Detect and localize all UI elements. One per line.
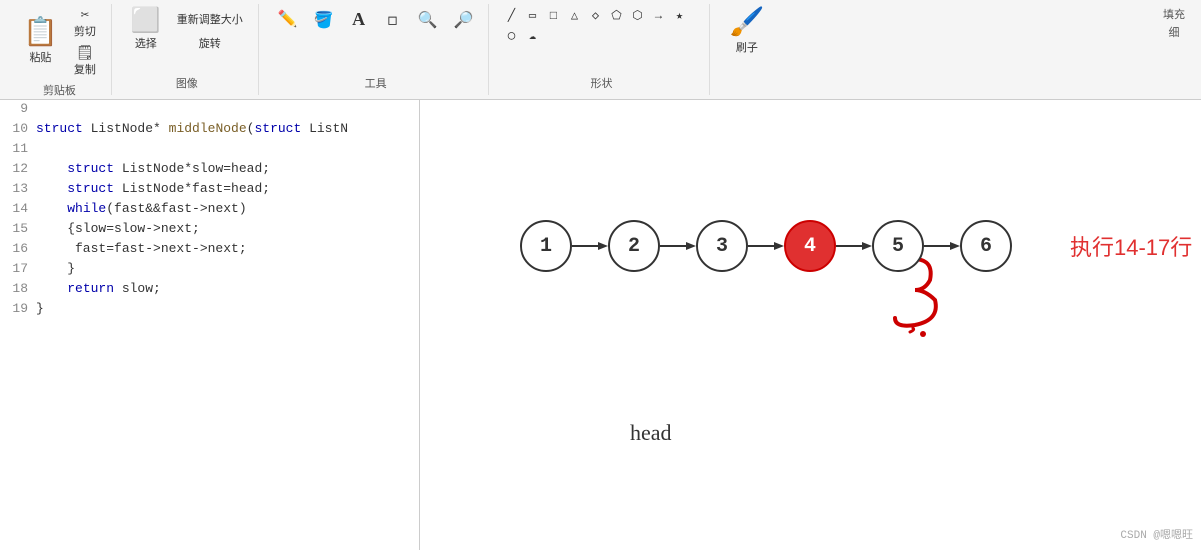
brush-group: 🖌️ 刷子	[714, 4, 779, 95]
resize-label: 重新调整大小	[177, 11, 243, 27]
select-button[interactable]: ⬜ 选择	[124, 6, 168, 56]
copy-button[interactable]: 🗒 复制	[67, 44, 103, 80]
brush-label: 刷子	[736, 39, 758, 55]
code-panel: 9 10 struct ListNode* middleNode(struct …	[0, 100, 420, 550]
code-line-17: 17 }	[0, 260, 419, 280]
image-label: 图像	[176, 75, 198, 93]
tools-group: ✏️ 🪣 A ◻ 🔍 🔎 工具	[263, 4, 490, 95]
shape-rect2[interactable]: □	[543, 7, 563, 25]
shape-line[interactable]: ╱	[501, 6, 521, 25]
tools-label: 工具	[365, 75, 387, 93]
rotate-button[interactable]: 旋转	[170, 32, 250, 54]
node-3: 3	[696, 220, 748, 272]
diagram-title: 执行14-17行	[1070, 230, 1192, 262]
shape-penta[interactable]: ⬠	[606, 6, 626, 25]
shape-rect[interactable]: ▭	[522, 6, 542, 25]
main-area: 9 10 struct ListNode* middleNode(struct …	[0, 100, 1201, 550]
clipboard-group: 📋 粘贴 ✂ 剪切 🗒 复制 剪贴板	[8, 4, 112, 95]
cut-button[interactable]: ✂ 剪切	[67, 6, 103, 42]
arrow-3-4	[748, 239, 784, 253]
shape-tri[interactable]: △	[564, 6, 584, 25]
node-5: 5	[872, 220, 924, 272]
code-line-9: 9	[0, 100, 419, 120]
select-label: 选择	[135, 35, 157, 51]
eraser-button[interactable]: ◻	[377, 7, 409, 33]
cut-label: 剪切	[74, 23, 96, 39]
copy-label: 复制	[74, 61, 96, 77]
arrow-5-6	[924, 239, 960, 253]
fill-label: 填充	[1163, 6, 1185, 22]
clipboard-label: 剪贴板	[43, 82, 76, 100]
head-label: head	[630, 420, 672, 446]
code-line-15: 15 {slow=slow->next;	[0, 220, 419, 240]
code-line-18: 18 return slow;	[0, 280, 419, 300]
watermark: CSDN @嗯嗯旺	[1120, 526, 1193, 542]
resize-button[interactable]: 重新调整大小	[170, 8, 250, 30]
linked-list: 1 2 3 4 5 6	[520, 220, 1012, 272]
shape-arrow[interactable]: →	[648, 7, 668, 25]
image-group: ⬜ 选择 重新调整大小 旋转 图像	[116, 4, 259, 95]
code-line-19: 19 }	[0, 300, 419, 320]
color-picker-button[interactable]: 🔍	[411, 7, 445, 33]
arrow-4-5	[836, 239, 872, 253]
arrow-2-3	[660, 239, 696, 253]
shape-hexa[interactable]: ⬡	[627, 6, 647, 25]
code-line-10: 10 struct ListNode* middleNode(struct Li…	[0, 120, 419, 140]
rotate-label: 旋转	[199, 35, 221, 51]
code-line-11: 11	[0, 140, 419, 160]
code-line-12: 12 struct ListNode*slow=head;	[0, 160, 419, 180]
magnify-button[interactable]: 🔎	[447, 7, 481, 33]
code-line-14: 14 while(fast&&fast->next)	[0, 200, 419, 220]
paste-button[interactable]: 📋 粘贴	[16, 16, 65, 70]
toolbar: 📋 粘贴 ✂ 剪切 🗒 复制 剪贴板 ⬜ 选择	[0, 0, 1201, 100]
fill-button[interactable]: 🪣	[307, 7, 341, 33]
node-2: 2	[608, 220, 660, 272]
shape-star[interactable]: ★	[669, 6, 689, 25]
text-button[interactable]: A	[343, 6, 375, 33]
shapes-group: ╱ ▭ □ △ ◇ ⬠ ⬡ → ★ ◯ ☁ 形状	[493, 4, 710, 95]
paste-label: 粘贴	[29, 49, 51, 65]
node-6: 6	[960, 220, 1012, 272]
code-line-13: 13 struct ListNode*fast=head;	[0, 180, 419, 200]
code-line-16: 16 fast=fast->next->next;	[0, 240, 419, 260]
pencil-button[interactable]: ✏️	[271, 9, 305, 31]
fill-color-group: 填充 细	[1155, 4, 1193, 95]
shape-oval[interactable]: ◯	[501, 26, 521, 45]
node-4: 4	[784, 220, 836, 272]
shape-diamond[interactable]: ◇	[585, 6, 605, 25]
node-1: 1	[520, 220, 572, 272]
arrow-1-2	[572, 239, 608, 253]
outline-label: 细	[1169, 24, 1180, 40]
canvas-panel[interactable]: 执行14-17行 slow 1	[420, 100, 1201, 550]
shapes-label: 形状	[590, 75, 612, 93]
brush-button[interactable]: 🖌️ 刷子	[722, 6, 771, 60]
shape-more[interactable]: ☁	[522, 26, 542, 45]
